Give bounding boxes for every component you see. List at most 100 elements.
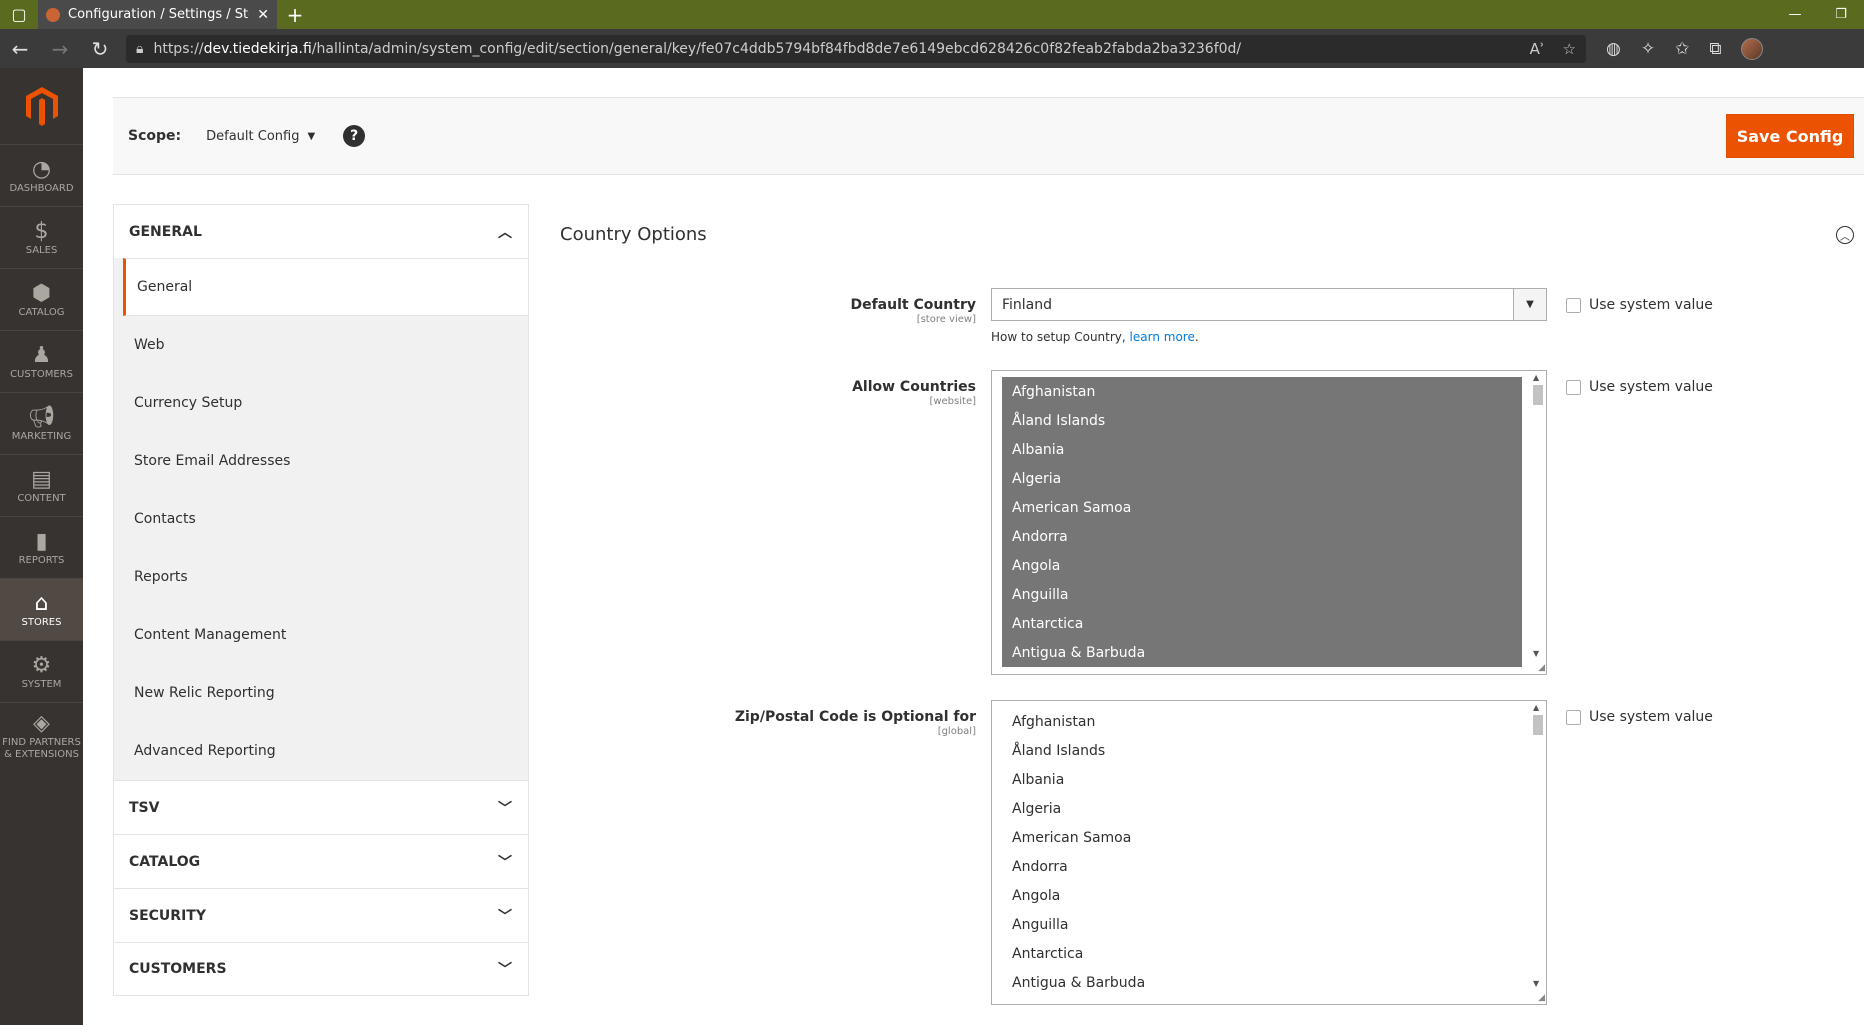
tab-item-general[interactable]: General (123, 258, 528, 316)
list-item[interactable]: Angola (1002, 881, 1522, 910)
list-item[interactable]: Antigua & Barbuda (1002, 638, 1522, 667)
menu-content[interactable]: ▤ CONTENT (0, 454, 83, 516)
use-system-checkbox[interactable] (1566, 709, 1581, 725)
list-item[interactable]: Antigua & Barbuda (1002, 968, 1522, 997)
tab-item-advanced-reporting[interactable]: Advanced Reporting (114, 722, 528, 780)
tab-item-contacts[interactable]: Contacts (114, 490, 528, 548)
resize-grip-icon[interactable]: ◢ (1538, 993, 1545, 1003)
browser-address-bar: ← → ↻ 🔒︎ https://dev.tiedekirja.fi/halli… (0, 29, 1864, 68)
list-item[interactable]: Algeria (1002, 464, 1522, 493)
scroll-up-icon[interactable]: ▲ (1533, 373, 1539, 382)
allow-countries-multiselect[interactable]: Afghanistan Åland Islands Albania Algeri… (991, 370, 1547, 675)
cube-icon: ◈ (33, 711, 50, 737)
list-item[interactable]: Åland Islands (1002, 406, 1522, 435)
zip-optional-use-system[interactable]: Use system value (1566, 709, 1713, 725)
scroll-thumb[interactable] (1533, 715, 1543, 735)
collapse-section-icon[interactable]: ︿ (1836, 226, 1854, 244)
tab-section-security[interactable]: SECURITY ﹀ (113, 888, 529, 942)
list-item[interactable]: Anguilla (1002, 580, 1522, 609)
dashboard-icon: ◔ (31, 157, 52, 183)
minimize-icon[interactable]: — (1772, 7, 1818, 22)
list-item[interactable]: Angola (1002, 551, 1522, 580)
tab-actions-icon[interactable]: ▢ (0, 0, 38, 29)
list-item[interactable]: Afghanistan (1002, 377, 1522, 406)
country-options-fieldset: Country Options ︿ Default Country [store… (560, 204, 1864, 1005)
tab-section-general[interactable]: GENERAL ︿ (113, 204, 529, 258)
list-item[interactable]: Åland Islands (1002, 736, 1522, 765)
save-config-button[interactable]: Save Config (1726, 114, 1854, 158)
allow-countries-use-system[interactable]: Use system value (1566, 379, 1713, 395)
scroll-down-icon[interactable]: ▼ (1533, 649, 1539, 658)
menu-stores[interactable]: ⌂ STORES (0, 578, 83, 640)
close-tab-icon[interactable]: ✕ (257, 7, 269, 23)
magento-logo-icon (25, 87, 58, 126)
scroll-up-icon[interactable]: ▲ (1533, 703, 1539, 712)
admin-menu: ◔ DASHBOARD $ SALES ⬢ CATALOG ♟ CUSTOMERS 📢︎… (0, 68, 83, 1025)
tab-section-catalog[interactable]: CATALOG ﹀ (113, 834, 529, 888)
chevron-down-icon: ﹀ (498, 908, 512, 925)
menu-catalog[interactable]: ⬢ CATALOG (0, 268, 83, 330)
list-item[interactable]: Antarctica (1002, 939, 1522, 968)
new-tab-icon[interactable]: + (277, 3, 313, 27)
default-country-select[interactable]: Finland ▼ (991, 288, 1547, 321)
list-item[interactable]: Albania (1002, 435, 1522, 464)
menu-dashboard[interactable]: ◔ DASHBOARD (0, 144, 83, 206)
tab-item-reports[interactable]: Reports (114, 548, 528, 606)
zip-optional-multiselect[interactable]: Afghanistan Åland Islands Albania Algeri… (991, 700, 1547, 1005)
resize-grip-icon[interactable]: ◢ (1538, 663, 1545, 673)
list-item[interactable]: American Samoa (1002, 493, 1522, 522)
tab-item-web[interactable]: Web (114, 316, 528, 374)
collections-icon[interactable]: ⧉ (1709, 39, 1721, 59)
tab-section-customers[interactable]: CUSTOMERS ﹀ (113, 942, 529, 996)
help-icon[interactable]: ? (343, 125, 366, 147)
url-field[interactable]: 🔒︎ https://dev.tiedekirja.fi/hallinta/ad… (126, 34, 1586, 63)
scrollbar[interactable]: ▲ ▼ (1530, 701, 1546, 1004)
scrollbar[interactable]: ▲ ▼ (1530, 371, 1546, 674)
list-item[interactable]: Anguilla (1002, 910, 1522, 939)
browser-tab[interactable]: Configuration / Settings / Stores ✕ (38, 0, 277, 29)
scope-switcher[interactable]: Default Config (206, 129, 299, 144)
restore-icon[interactable]: ❐ (1818, 7, 1864, 22)
list-item[interactable]: Antarctica (1002, 609, 1522, 638)
menu-system[interactable]: ⚙ SYSTEM (0, 640, 83, 702)
caret-down-icon[interactable]: ▼ (307, 131, 315, 142)
menu-marketing[interactable]: 📢︎ MARKETING (0, 392, 83, 454)
store-icon: ⌂ (34, 591, 49, 617)
list-item[interactable]: Andorra (1002, 852, 1522, 881)
use-system-checkbox[interactable] (1566, 297, 1581, 313)
forward-icon[interactable]: → (40, 29, 80, 68)
list-item[interactable]: Albania (1002, 765, 1522, 794)
profile-avatar[interactable] (1741, 37, 1764, 60)
dollar-icon: $ (34, 219, 49, 245)
list-item[interactable]: Afghanistan (1002, 707, 1522, 736)
menu-reports[interactable]: ▮ REPORTS (0, 516, 83, 578)
favorites-icon[interactable]: ✩ (1675, 39, 1689, 59)
read-aloud-icon[interactable]: Aʾ (1530, 40, 1545, 58)
chevron-down-icon: ﹀ (498, 800, 512, 817)
scroll-down-icon[interactable]: ▼ (1533, 979, 1539, 988)
extension-globe-icon[interactable]: ◍ (1606, 39, 1621, 59)
list-item[interactable]: Algeria (1002, 794, 1522, 823)
tab-item-currency-setup[interactable]: Currency Setup (114, 374, 528, 432)
magento-logo[interactable] (0, 68, 83, 144)
menu-sales[interactable]: $ SALES (0, 206, 83, 268)
list-item[interactable]: American Samoa (1002, 823, 1522, 852)
tab-section-tsv[interactable]: TSV ﹀ (113, 780, 529, 834)
scroll-thumb[interactable] (1533, 385, 1543, 405)
refresh-icon[interactable]: ↻ (80, 29, 120, 68)
allow-countries-label: Allow Countries [website] (852, 379, 976, 407)
menu-find-partners[interactable]: ◈ FIND PARTNERS & EXTENSIONS (0, 702, 83, 768)
tab-item-store-email-addresses[interactable]: Store Email Addresses (114, 432, 528, 490)
learn-more-link[interactable]: learn more (1130, 330, 1195, 344)
extensions-puzzle-icon[interactable]: ✧ (1641, 39, 1655, 59)
tab-item-new-relic-reporting[interactable]: New Relic Reporting (114, 664, 528, 722)
tab-item-content-management[interactable]: Content Management (114, 606, 528, 664)
back-icon[interactable]: ← (0, 29, 40, 68)
use-system-checkbox[interactable] (1566, 379, 1581, 395)
chevron-up-icon: ︿ (498, 224, 512, 241)
favorite-star-icon[interactable]: ☆ (1563, 40, 1576, 58)
list-item[interactable]: Andorra (1002, 522, 1522, 551)
section-title[interactable]: Country Options (560, 224, 1864, 245)
menu-customers[interactable]: ♟ CUSTOMERS (0, 330, 83, 392)
default-country-use-system[interactable]: Use system value (1566, 297, 1713, 313)
